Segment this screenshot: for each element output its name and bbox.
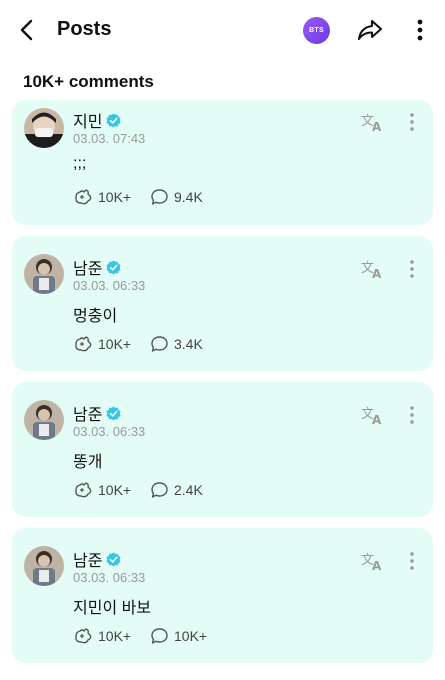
like-button[interactable]: 10K+ (73, 627, 131, 645)
like-count: 10K+ (98, 628, 132, 644)
like-icon (75, 482, 92, 498)
comment-date: 03.03. 07:43 (73, 131, 146, 146)
verified-badge-icon (106, 405, 121, 421)
verified-badge-icon (106, 259, 121, 275)
artist-badge[interactable]: BTS (303, 17, 330, 44)
svg-text:A: A (372, 267, 382, 279)
reply-count: 10K+ (174, 628, 208, 644)
comment-more-icon[interactable] (408, 405, 416, 425)
verified-badge-icon (106, 112, 121, 128)
author-name: 지민 (73, 114, 103, 131)
comment-text: 지민이 바보 (73, 600, 152, 617)
avatar[interactable] (24, 108, 64, 148)
like-icon (75, 336, 92, 352)
back-arrow-icon[interactable] (14, 16, 40, 44)
comment-author[interactable]: 남준 (73, 401, 121, 425)
reply-count: 2.4K (174, 482, 203, 498)
svg-text:A: A (372, 559, 382, 571)
page-title: Posts (57, 18, 112, 40)
translate-icon[interactable]: 文 A (361, 112, 385, 132)
comment-card[interactable]: 지민 03.03. 07:43 ;;; 文 A 10K+ 9.4K (12, 100, 433, 225)
reply-bubble-icon (151, 628, 168, 644)
reply-bubble-icon (151, 482, 168, 498)
comment-text: 똥개 (73, 454, 103, 471)
like-icon (75, 628, 92, 644)
top-bar: Posts BTS (0, 0, 445, 62)
like-count: 10K+ (98, 482, 132, 498)
comment-card[interactable]: 남준 03.03. 06:33 멍충이 文 A 10K+ 3.4K (12, 236, 433, 371)
comment-text: 멍충이 (73, 308, 118, 325)
translate-icon[interactable]: 文 A (361, 259, 385, 279)
comment-date: 03.03. 06:33 (73, 570, 146, 585)
like-icon (75, 189, 92, 205)
avatar[interactable] (24, 254, 64, 294)
comment-text: ;;; (73, 155, 87, 172)
like-count: 10K+ (98, 189, 132, 205)
reply-bubble-icon (151, 189, 168, 205)
avatar[interactable] (24, 546, 64, 586)
author-name: 남준 (73, 261, 103, 278)
comment-card[interactable]: 남준 03.03. 06:33 똥개 文 A 10K+ 2.4K (12, 382, 433, 517)
comment-author[interactable]: 남준 (73, 547, 121, 571)
comment-more-icon[interactable] (408, 112, 416, 132)
reply-button[interactable]: 10K+ (150, 627, 207, 645)
comment-date: 03.03. 06:33 (73, 278, 146, 293)
reply-button[interactable]: 9.4K (150, 188, 203, 206)
like-count: 10K+ (98, 336, 132, 352)
comment-date: 03.03. 06:33 (73, 424, 146, 439)
comment-more-icon[interactable] (408, 551, 416, 571)
reply-count: 3.4K (174, 336, 203, 352)
translate-icon[interactable]: 文 A (361, 405, 385, 425)
translate-icon[interactable]: 文 A (361, 551, 385, 571)
verified-badge-icon (106, 551, 121, 567)
like-button[interactable]: 10K+ (73, 335, 131, 353)
comments-count: 10K+ comments (23, 72, 154, 91)
like-button[interactable]: 10K+ (73, 481, 131, 499)
author-name: 남준 (73, 407, 103, 424)
comment-author[interactable]: 지민 (73, 108, 121, 132)
comment-more-icon[interactable] (408, 259, 416, 279)
svg-text:A: A (372, 120, 382, 132)
like-button[interactable]: 10K+ (73, 188, 131, 206)
share-icon[interactable] (356, 16, 384, 44)
more-options-icon[interactable] (410, 16, 430, 44)
reply-bubble-icon (151, 336, 168, 352)
reply-button[interactable]: 3.4K (150, 335, 203, 353)
reply-count: 9.4K (174, 189, 203, 205)
author-name: 남준 (73, 553, 103, 570)
comment-author[interactable]: 남준 (73, 255, 121, 279)
svg-text:A: A (372, 413, 382, 425)
reply-button[interactable]: 2.4K (150, 481, 203, 499)
comment-card[interactable]: 남준 03.03. 06:33 지민이 바보 文 A 10K+ 10K+ (12, 528, 433, 663)
avatar[interactable] (24, 400, 64, 440)
